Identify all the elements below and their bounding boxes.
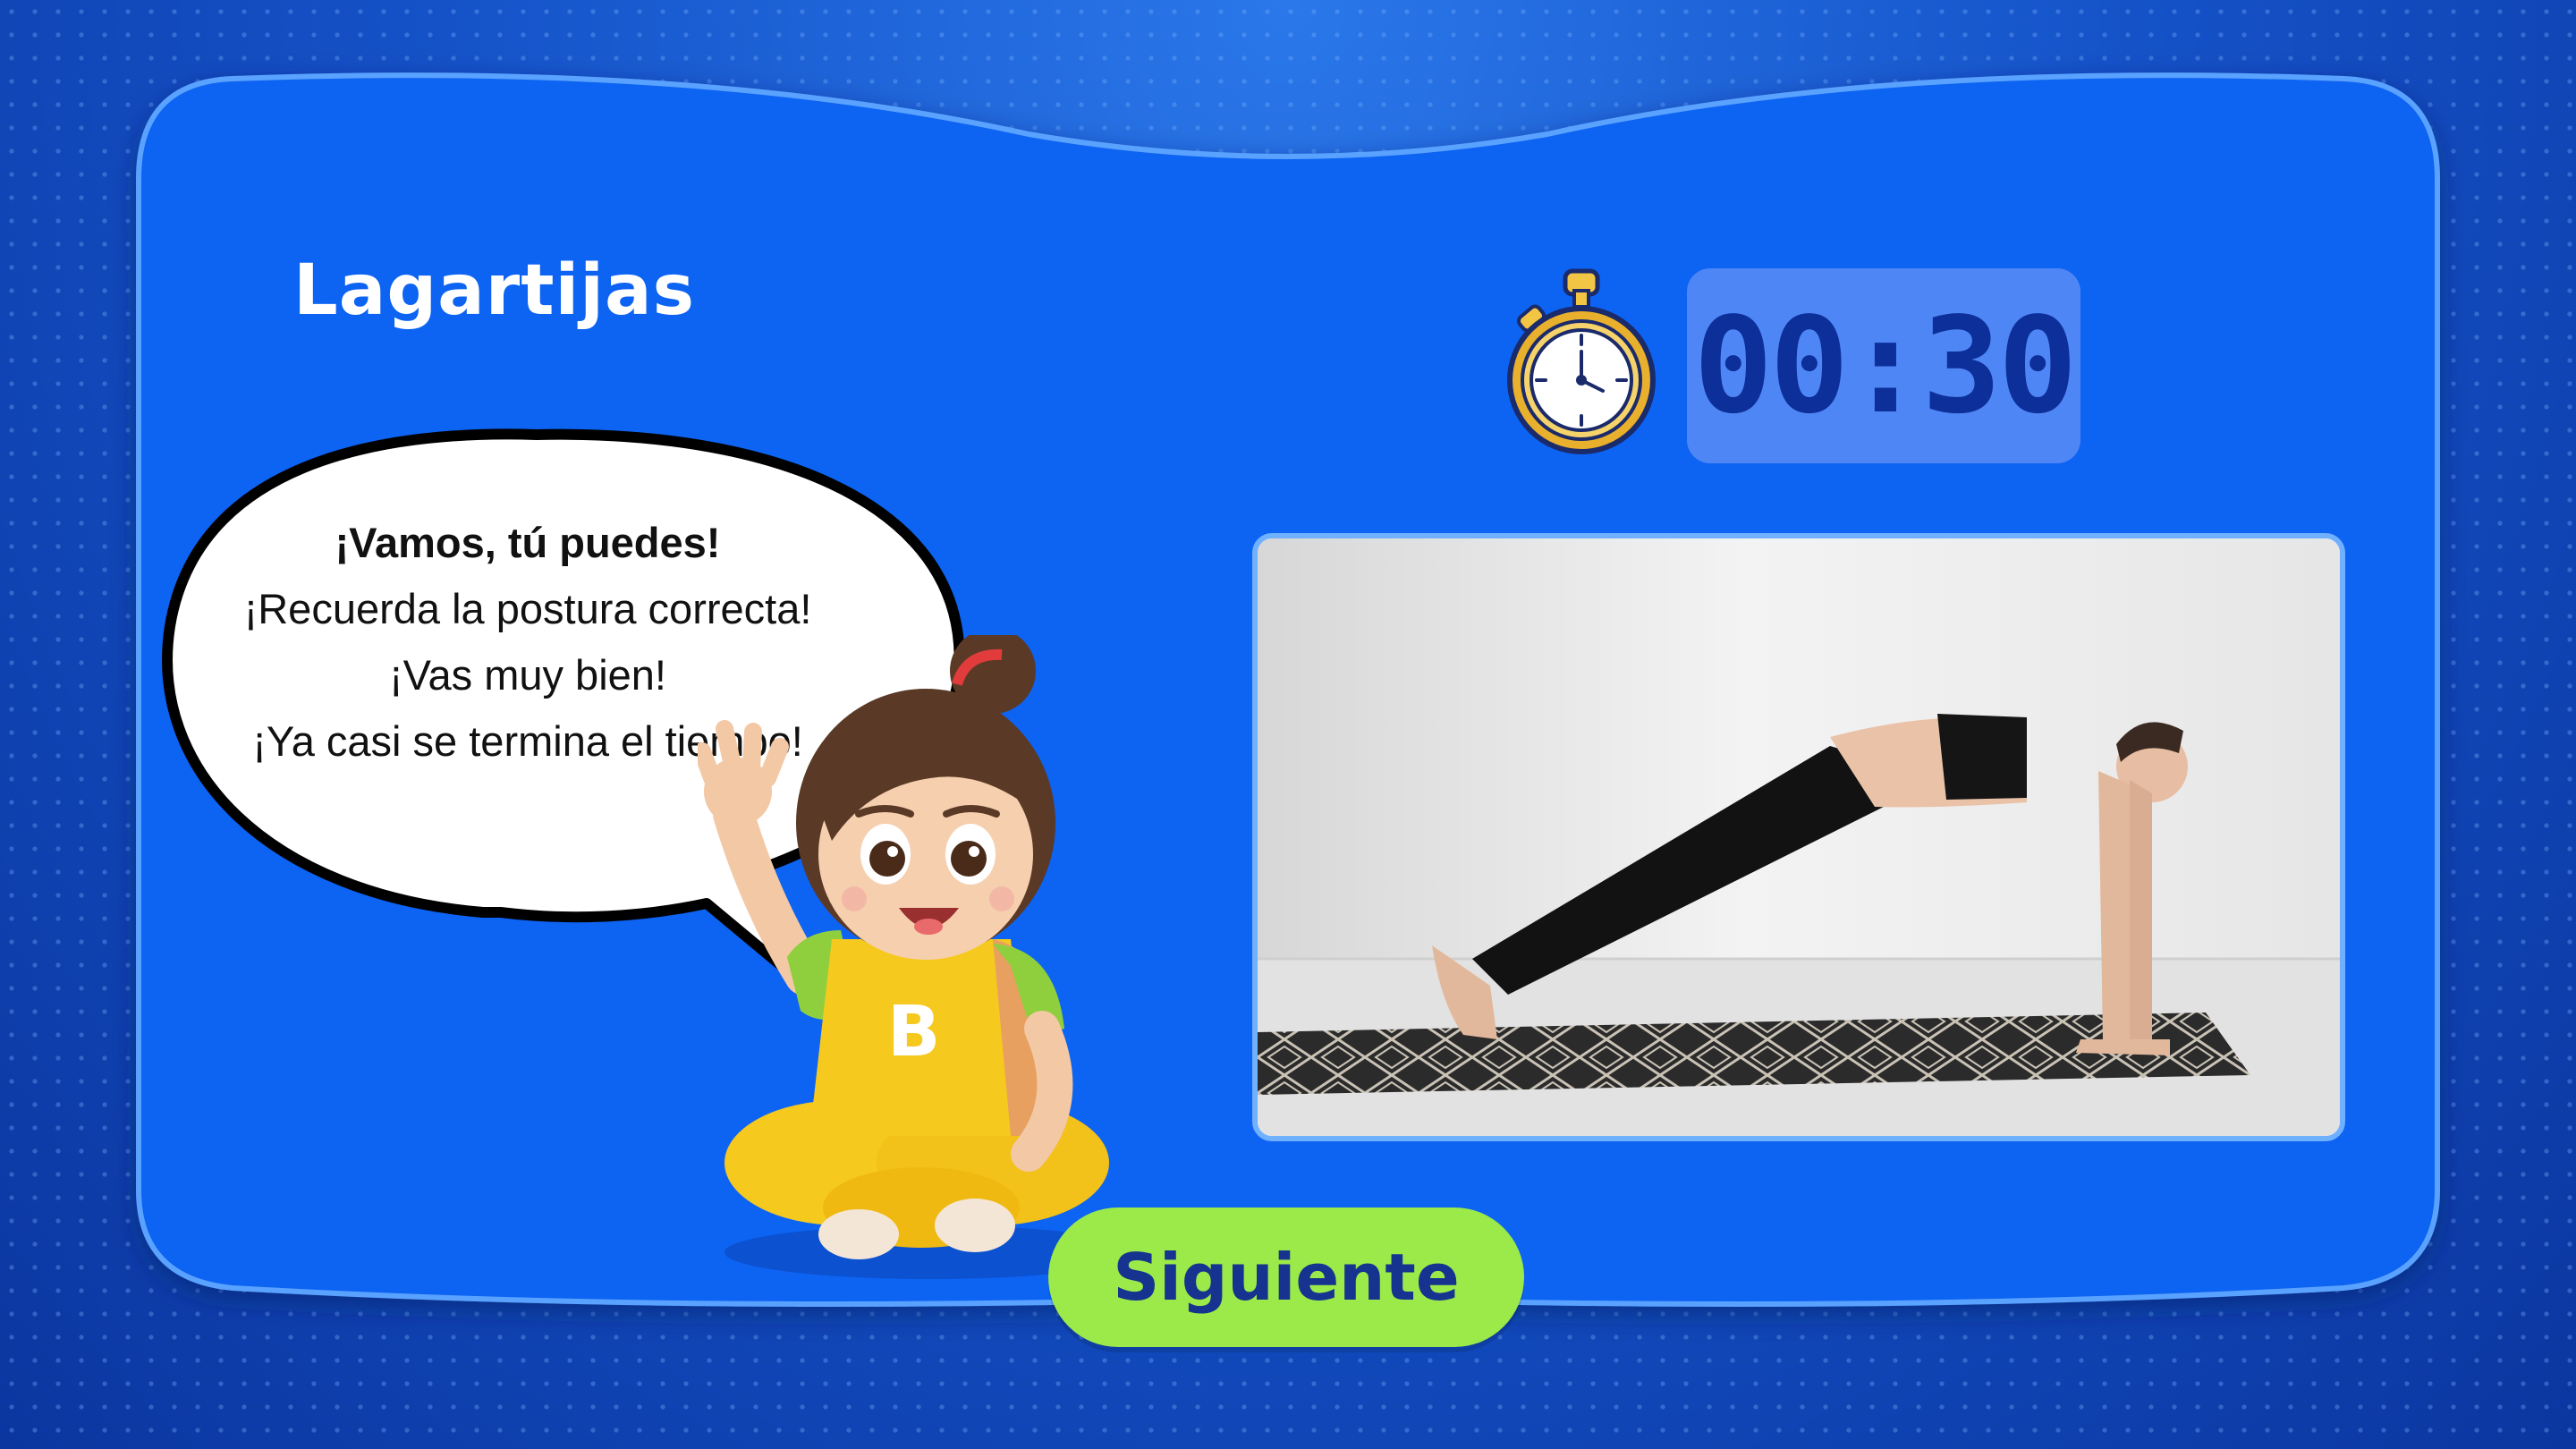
shirt-letter: B — [887, 992, 940, 1072]
next-button[interactable]: Siguiente — [1048, 1208, 1524, 1347]
bubble-line-1: ¡Vamos, tú puedes! — [335, 519, 721, 566]
bubble-line-2: ¡Recuerda la postura correcta! — [243, 585, 812, 632]
mascot-character: B — [698, 635, 1136, 1279]
